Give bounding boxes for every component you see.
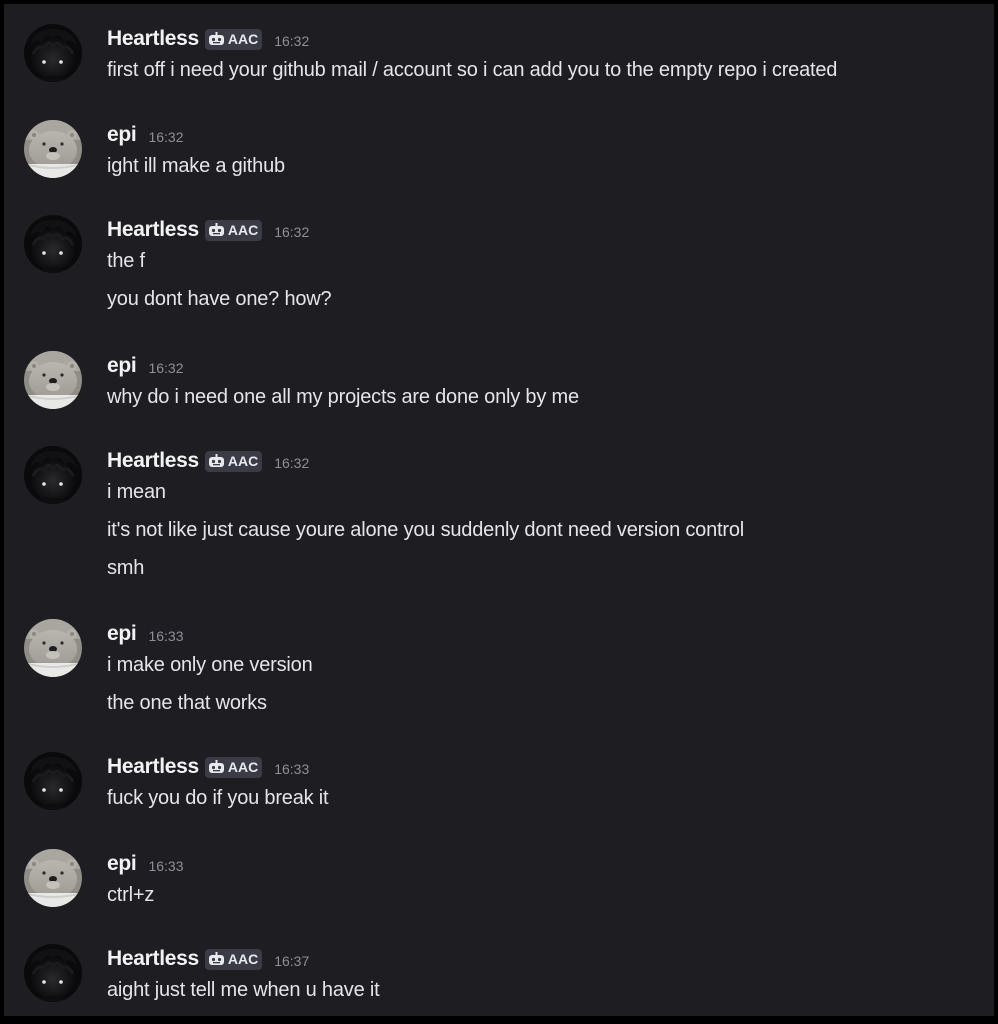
timestamp[interactable]: 16:37	[274, 953, 309, 969]
message-text: ight ill make a github	[107, 155, 285, 177]
server-tag-badge[interactable]: AAC	[204, 948, 263, 970]
timestamp[interactable]: 16:33	[274, 761, 309, 777]
username[interactable]: epi	[107, 622, 137, 646]
message-header: epi 16:32	[107, 120, 184, 150]
polar-bear-avatar[interactable]	[24, 351, 82, 409]
username[interactable]: Heartless	[107, 218, 199, 242]
polar-bear-avatar[interactable]	[24, 120, 82, 178]
message-text: the one that works	[107, 692, 267, 714]
message-text: you dont have one? how?	[107, 288, 332, 310]
message-text: ctrl+z	[107, 884, 155, 906]
username[interactable]: Heartless	[107, 947, 199, 971]
dark-avatar[interactable]	[24, 24, 82, 82]
server-tag-badge[interactable]: AAC	[204, 756, 263, 778]
timestamp[interactable]: 16:32	[274, 33, 309, 49]
message-header: epi 16:32	[107, 351, 184, 381]
bot-icon	[208, 760, 225, 774]
username[interactable]: Heartless	[107, 27, 199, 51]
message-text: i make only one version	[107, 654, 313, 676]
message-text: it's not like just cause youre alone you…	[107, 519, 744, 541]
bot-icon	[208, 952, 225, 966]
message-text: the f	[107, 250, 145, 272]
timestamp[interactable]: 16:33	[148, 628, 183, 644]
server-tag-badge[interactable]: AAC	[204, 219, 263, 241]
bot-icon	[208, 223, 225, 237]
polar-bear-avatar[interactable]	[24, 619, 82, 677]
timestamp[interactable]: 16:32	[274, 455, 309, 471]
bot-icon	[208, 32, 225, 46]
message-text: fuck you do if you break it	[107, 787, 329, 809]
message-text: i mean	[107, 481, 166, 503]
message-header: epi 16:33	[107, 849, 184, 879]
timestamp[interactable]: 16:32	[274, 224, 309, 240]
message-header: Heartless AAC 16:32	[107, 24, 309, 54]
badge-label: AAC	[227, 31, 259, 47]
message-header: epi 16:33	[107, 619, 184, 649]
username[interactable]: epi	[107, 852, 137, 876]
username[interactable]: Heartless	[107, 755, 199, 779]
message-header: Heartless AAC 16:37	[107, 944, 309, 974]
badge-label: AAC	[227, 951, 259, 967]
chat-panel: Heartless AAC 16:32 first off i need your g…	[4, 4, 994, 1016]
username[interactable]: epi	[107, 354, 137, 378]
server-tag-badge[interactable]: AAC	[204, 450, 263, 472]
username[interactable]: epi	[107, 123, 137, 147]
dark-avatar[interactable]	[24, 215, 82, 273]
badge-label: AAC	[227, 222, 259, 238]
dark-avatar[interactable]	[24, 752, 82, 810]
message-text: first off i need your github mail / acco…	[107, 59, 838, 81]
message-header: Heartless AAC 16:32	[107, 215, 309, 245]
polar-bear-avatar[interactable]	[24, 849, 82, 907]
message-text: smh	[107, 557, 145, 579]
timestamp[interactable]: 16:32	[148, 360, 183, 376]
bot-icon	[208, 454, 225, 468]
timestamp[interactable]: 16:33	[148, 858, 183, 874]
timestamp[interactable]: 16:32	[148, 129, 183, 145]
message-header: Heartless AAC 16:33	[107, 752, 309, 782]
message-header: Heartless AAC 16:32	[107, 446, 309, 476]
message-text: aight just tell me when u have it	[107, 979, 380, 1001]
badge-label: AAC	[227, 759, 259, 775]
badge-label: AAC	[227, 453, 259, 469]
username[interactable]: Heartless	[107, 449, 199, 473]
message-text: why do i need one all my projects are do…	[107, 386, 579, 408]
server-tag-badge[interactable]: AAC	[204, 28, 263, 50]
dark-avatar[interactable]	[24, 446, 82, 504]
dark-avatar[interactable]	[24, 944, 82, 1002]
